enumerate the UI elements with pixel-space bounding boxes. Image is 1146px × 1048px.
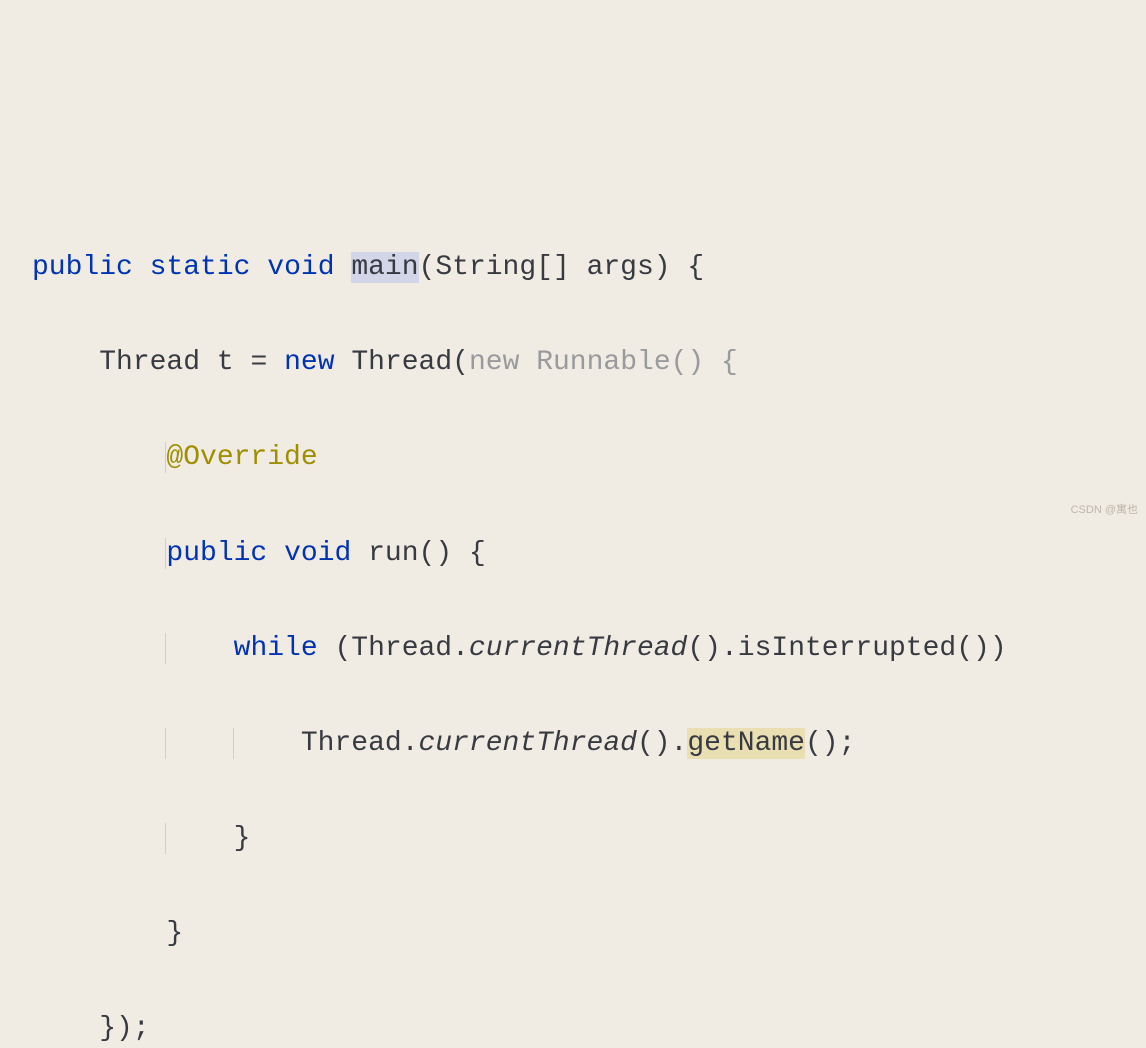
ctor-thread: Thread	[351, 347, 452, 378]
method-run: run	[368, 538, 418, 569]
class-thread: Thread	[351, 633, 452, 664]
method-getname: getName	[687, 728, 805, 759]
paren-open: (	[452, 347, 469, 378]
code-editor[interactable]: public static void main(String[] args) {…	[0, 196, 1146, 1048]
code-line[interactable]: @Override	[0, 434, 1146, 482]
paren-close: )	[654, 252, 671, 283]
code-line[interactable]: Thread.currentThread().getName();	[0, 720, 1146, 768]
parens: ()	[687, 633, 721, 664]
dot: .	[721, 633, 738, 664]
paren-close: )	[990, 633, 1007, 664]
assign: =	[250, 347, 267, 378]
type-thread: Thread	[99, 347, 200, 378]
param-args: args	[587, 252, 654, 283]
parens: ()	[956, 633, 990, 664]
brace-open: {	[469, 538, 486, 569]
parens: ()	[419, 538, 453, 569]
paren-open: (	[334, 633, 351, 664]
brace-close: }	[166, 918, 183, 949]
inlay-hint-runnable: new Runnable() {	[469, 347, 738, 378]
close-anon: });	[99, 1013, 149, 1044]
code-line[interactable]: }	[0, 910, 1146, 958]
parens: ()	[637, 728, 671, 759]
code-line[interactable]: public static void main(String[] args) {	[0, 244, 1146, 292]
method-main: main	[351, 252, 418, 283]
annotation-override: @Override	[166, 442, 317, 473]
brace-open: {	[687, 252, 704, 283]
dot: .	[671, 728, 688, 759]
keyword-void: void	[267, 252, 334, 283]
paren-open: (	[419, 252, 436, 283]
keyword-static: static	[150, 252, 251, 283]
code-line[interactable]: public void run() {	[0, 530, 1146, 578]
method-currentthread: currentThread	[469, 633, 687, 664]
code-line[interactable]: while (Thread.currentThread().isInterrup…	[0, 625, 1146, 673]
parens: ()	[805, 728, 839, 759]
code-line[interactable]: Thread t = new Thread(new Runnable() {	[0, 339, 1146, 387]
method-currentthread: currentThread	[419, 728, 637, 759]
type-string-array: String[]	[435, 252, 569, 283]
keyword-public: public	[32, 252, 133, 283]
brace-close: }	[234, 823, 251, 854]
semicolon: ;	[839, 728, 856, 759]
var-t: t	[217, 347, 234, 378]
dot: .	[402, 728, 419, 759]
dot: .	[452, 633, 469, 664]
keyword-while: while	[234, 633, 318, 664]
code-line[interactable]: });	[0, 1005, 1146, 1048]
watermark: CSDN @寓也	[1071, 501, 1138, 520]
keyword-void: void	[284, 538, 351, 569]
keyword-new: new	[284, 347, 334, 378]
class-thread: Thread	[301, 728, 402, 759]
method-isinterrupted: isInterrupted	[738, 633, 956, 664]
keyword-public: public	[166, 538, 267, 569]
code-line[interactable]: }	[0, 815, 1146, 863]
